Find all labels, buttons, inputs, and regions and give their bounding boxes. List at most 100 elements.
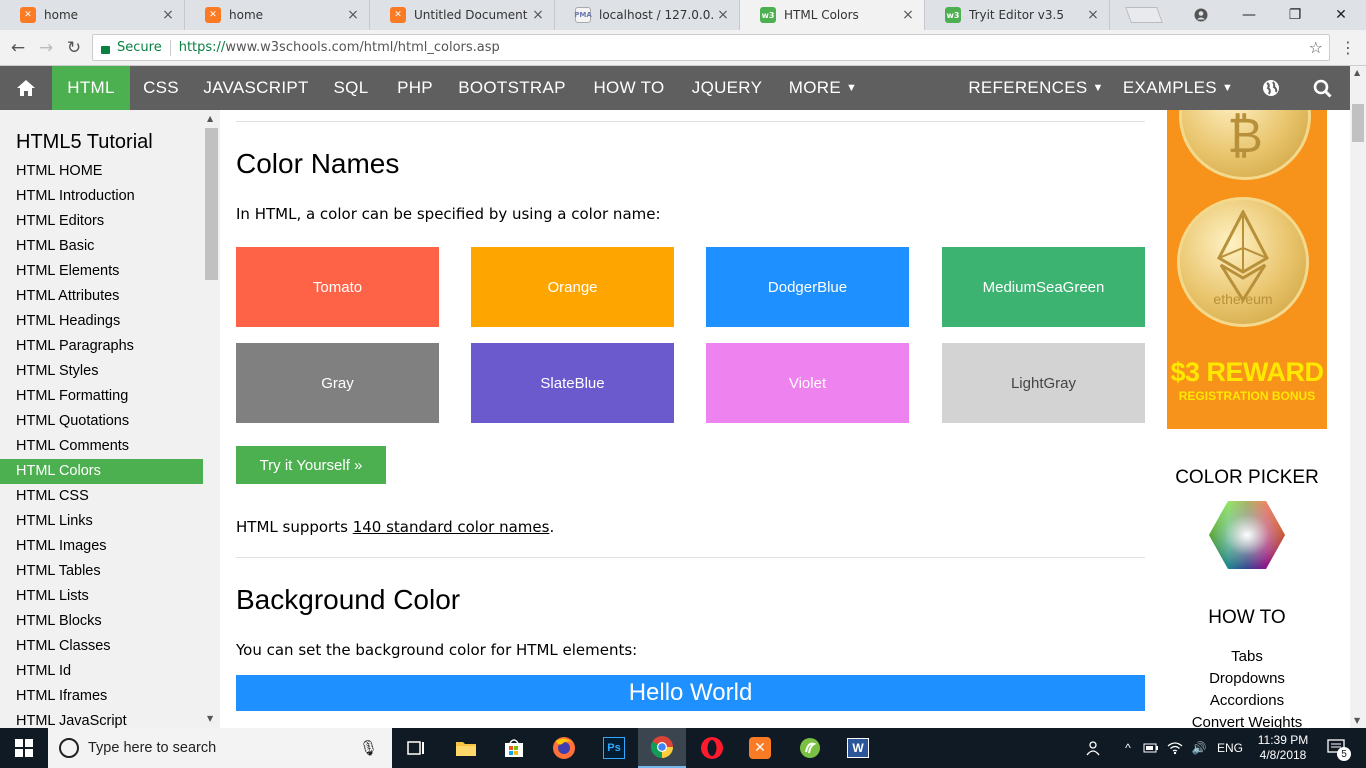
search-icon[interactable]: [1300, 66, 1344, 110]
store-icon[interactable]: [490, 728, 538, 768]
nav-more[interactable]: MORE ▼: [780, 66, 866, 110]
firefox-icon[interactable]: [540, 728, 588, 768]
windows-taskbar: Type here to search 🎙 Ps ✕ W ^ 🔊 ENG 11:…: [0, 728, 1366, 768]
try-it-yourself-button[interactable]: Try it Yourself »: [236, 446, 386, 484]
scroll-down-icon[interactable]: ▼: [1354, 716, 1360, 725]
nav-css[interactable]: CSS: [133, 66, 189, 110]
volume-icon[interactable]: 🔊: [1188, 728, 1210, 768]
nav-references[interactable]: REFERENCES ▼: [966, 66, 1106, 110]
nav-examples[interactable]: EXAMPLES ▼: [1116, 66, 1240, 110]
sidebar-item-html-styles[interactable]: HTML Styles: [0, 359, 203, 384]
chrome-icon[interactable]: [638, 728, 686, 768]
task-view-icon[interactable]: [392, 728, 440, 768]
browser-tab[interactable]: ✕ home ×: [185, 0, 370, 30]
sidebar-item-html-links[interactable]: HTML Links: [0, 509, 203, 534]
howto-link-tabs[interactable]: Tabs: [1167, 648, 1327, 665]
forward-button[interactable]: →: [34, 36, 58, 60]
tab-title: home: [229, 8, 264, 22]
chevron-up-icon[interactable]: ^: [1118, 728, 1138, 768]
close-icon[interactable]: ×: [530, 7, 546, 23]
browser-tab[interactable]: ✕ home ×: [0, 0, 185, 30]
nav-how-to[interactable]: HOW TO: [583, 66, 675, 110]
scroll-down-icon[interactable]: ▼: [207, 714, 213, 723]
crypto-advertisement[interactable]: ₿ ethereum $3 REWARD REGISTRATION BONUS: [1167, 110, 1327, 429]
browser-tab[interactable]: w3 Tryit Editor v3.5 ×: [925, 0, 1110, 30]
close-icon[interactable]: ×: [345, 7, 361, 23]
howto-link-accordions[interactable]: Accordions: [1167, 692, 1327, 709]
scrollbar-thumb[interactable]: [205, 128, 218, 280]
sidebar-item-html-iframes[interactable]: HTML Iframes: [0, 684, 203, 709]
chrome-menu-icon[interactable]: ⋮: [1340, 38, 1356, 57]
browser-tab[interactable]: ✕ Untitled Document ×: [370, 0, 555, 30]
close-icon[interactable]: ×: [160, 7, 176, 23]
bookmark-star-icon[interactable]: ☆: [1309, 38, 1323, 57]
color-names-link[interactable]: 140 standard color names: [353, 518, 550, 536]
photoshop-icon[interactable]: Ps: [590, 728, 638, 768]
taskbar-search-input[interactable]: Type here to search 🎙: [48, 728, 392, 768]
scrollbar-thumb[interactable]: [1352, 104, 1364, 142]
address-bar[interactable]: Secure https:// www.w3schools.com/html/h…: [92, 34, 1330, 61]
reload-button[interactable]: ↻: [62, 36, 86, 60]
nav-javascript[interactable]: JAVASCRIPT: [196, 66, 316, 110]
scroll-up-icon[interactable]: ▲: [207, 114, 213, 123]
divider: [236, 557, 1145, 558]
sidebar-item-html-home[interactable]: HTML HOME: [0, 159, 203, 184]
dreamweaver-icon[interactable]: [786, 728, 834, 768]
sidebar-item-html-id[interactable]: HTML Id: [0, 659, 203, 684]
sidebar-item-html-blocks[interactable]: HTML Blocks: [0, 609, 203, 634]
wifi-icon[interactable]: [1164, 728, 1186, 768]
sidebar-item-html-javascript[interactable]: HTML JavaScript: [0, 709, 203, 728]
sidebar-item-html-basic[interactable]: HTML Basic: [0, 234, 203, 259]
maximize-button[interactable]: ❐: [1272, 0, 1318, 30]
language-indicator[interactable]: ENG: [1214, 728, 1246, 768]
close-window-button[interactable]: ✕: [1318, 0, 1364, 30]
microphone-icon[interactable]: 🎙: [359, 739, 378, 757]
close-icon[interactable]: ×: [715, 7, 731, 23]
sidebar-item-html-formatting[interactable]: HTML Formatting: [0, 384, 203, 409]
sidebar-item-html-quotations[interactable]: HTML Quotations: [0, 409, 203, 434]
sidebar-item-html-lists[interactable]: HTML Lists: [0, 584, 203, 609]
browser-tab[interactable]: PMA localhost / 127.0.0.1 / n ×: [555, 0, 740, 30]
action-center-icon[interactable]: 5: [1320, 728, 1354, 768]
globe-icon[interactable]: [1250, 66, 1292, 110]
sidebar-item-html-css[interactable]: HTML CSS: [0, 484, 203, 509]
sidebar-item-html-paragraphs[interactable]: HTML Paragraphs: [0, 334, 203, 359]
sidebar-item-html-introduction[interactable]: HTML Introduction: [0, 184, 203, 209]
close-icon[interactable]: ×: [900, 7, 916, 23]
xampp-icon[interactable]: ✕: [736, 728, 784, 768]
nav-bootstrap[interactable]: BOOTSTRAP: [452, 66, 572, 110]
sidebar-item-html-colors[interactable]: HTML Colors: [0, 459, 203, 484]
sidebar-item-html-comments[interactable]: HTML Comments: [0, 434, 203, 459]
minimize-button[interactable]: —: [1226, 0, 1272, 30]
sidebar-item-html-attributes[interactable]: HTML Attributes: [0, 284, 203, 309]
clock[interactable]: 11:39 PM 4/8/2018: [1250, 728, 1316, 768]
scroll-up-icon[interactable]: ▲: [1354, 68, 1360, 77]
sidebar-item-html-elements[interactable]: HTML Elements: [0, 259, 203, 284]
sidebar-item-html-editors[interactable]: HTML Editors: [0, 209, 203, 234]
sidebar-item-html-classes[interactable]: HTML Classes: [0, 634, 203, 659]
sidebar-scrollbar[interactable]: ▲ ▼: [203, 110, 220, 728]
sidebar-item-html-headings[interactable]: HTML Headings: [0, 309, 203, 334]
opera-icon[interactable]: [688, 728, 736, 768]
windows-start-icon[interactable]: [0, 728, 48, 768]
word-icon[interactable]: W: [834, 728, 882, 768]
new-tab-button[interactable]: [1125, 7, 1163, 23]
file-explorer-icon[interactable]: [442, 728, 490, 768]
browser-tab-active[interactable]: w3 HTML Colors ×: [740, 0, 925, 30]
howto-link-convert-weights[interactable]: Convert Weights: [1167, 714, 1327, 728]
page-scrollbar[interactable]: ▲ ▼: [1350, 66, 1366, 728]
howto-link-dropdowns[interactable]: Dropdowns: [1167, 670, 1327, 687]
battery-icon[interactable]: [1140, 728, 1162, 768]
sidebar-item-html-tables[interactable]: HTML Tables: [0, 559, 203, 584]
sidebar-item-html-images[interactable]: HTML Images: [0, 534, 203, 559]
back-button[interactable]: ←: [6, 36, 30, 60]
color-picker-hexagon-icon[interactable]: [1208, 500, 1286, 574]
close-icon[interactable]: ×: [1085, 7, 1101, 23]
nav-jquery[interactable]: JQUERY: [685, 66, 769, 110]
nav-sql[interactable]: SQL: [325, 66, 377, 110]
home-icon[interactable]: [0, 66, 52, 110]
profile-icon[interactable]: [1178, 0, 1224, 30]
people-icon[interactable]: [1082, 728, 1106, 768]
nav-php[interactable]: PHP: [388, 66, 442, 110]
nav-html[interactable]: HTML: [52, 66, 130, 110]
